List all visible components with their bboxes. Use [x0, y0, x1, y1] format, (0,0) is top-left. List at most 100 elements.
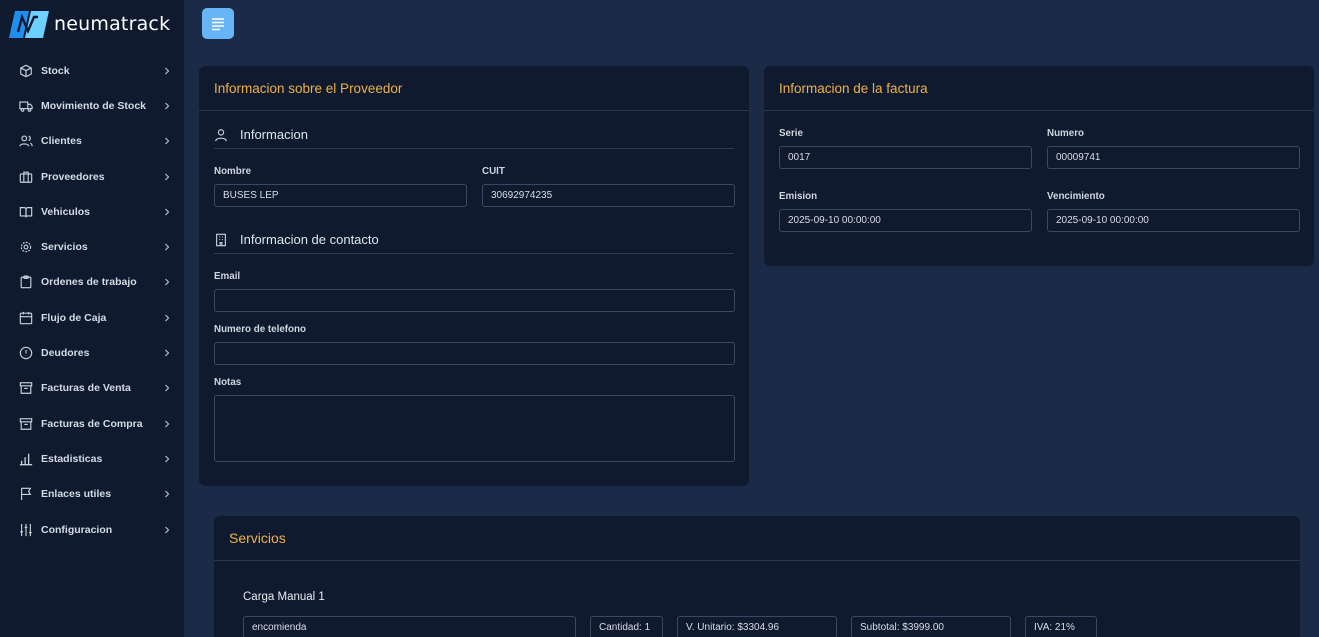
briefcase-icon — [19, 170, 33, 184]
contact-section-header: Informacion de contacto — [214, 226, 734, 254]
phone-label: Numero de telefono — [214, 324, 306, 335]
cuit-label: CUIT — [482, 166, 505, 177]
chevron-right-icon — [165, 102, 170, 110]
sidebar-item-proveedores[interactable]: Proveedores — [0, 159, 184, 194]
iva-badge: IVA: 21% — [1025, 616, 1097, 637]
invoice-card-title: Informacion de la factura — [779, 80, 928, 96]
sidebar-nav: Stock Movimiento de Stock Clientes Prove… — [0, 53, 184, 547]
serie-label: Serie — [779, 128, 803, 139]
services-card: Servicios Carga Manual 1 Cantidad: 1 V. … — [214, 516, 1300, 637]
contact-section-title: Informacion de contacto — [240, 232, 379, 247]
sidebar-item-label: Configuracion — [41, 523, 113, 536]
chevron-right-icon — [165, 490, 170, 498]
sidebar-item-label: Flujo de Caja — [41, 311, 107, 324]
sidebar-item-vehiculos[interactable]: Vehiculos — [0, 194, 184, 229]
notes-label: Notas — [214, 377, 242, 388]
emision-label: Emision — [779, 191, 818, 202]
archive-icon — [19, 381, 33, 395]
sidebar-item-facturas-compra[interactable]: Facturas de Compra — [0, 406, 184, 441]
cantidad-badge: Cantidad: 1 — [590, 616, 663, 637]
chevron-right-icon — [165, 208, 170, 216]
brand-logo-icon — [9, 10, 49, 38]
sidebar-item-label: Stock — [41, 64, 70, 77]
vencimiento-field[interactable] — [1047, 209, 1300, 232]
invoice-card: Informacion de la factura Serie Numero E… — [764, 66, 1314, 266]
chevron-right-icon — [165, 349, 170, 357]
archive-icon — [19, 417, 33, 431]
cuit-field[interactable] — [482, 184, 735, 207]
sidebar-item-label: Proveedores — [41, 170, 105, 183]
service-description-field[interactable] — [243, 616, 576, 637]
chevron-right-icon — [165, 526, 170, 533]
sidebar-item-flujo-caja[interactable]: Flujo de Caja — [0, 300, 184, 335]
chevron-right-icon — [165, 278, 170, 286]
truck-icon — [19, 99, 33, 113]
sidebar-item-label: Enlaces utiles — [41, 488, 112, 501]
emision-field[interactable] — [779, 209, 1032, 232]
services-card-title: Servicios — [229, 530, 286, 546]
users-icon — [19, 134, 33, 148]
invoice-card-header: Informacion de la factura — [764, 66, 1314, 111]
supplier-card: Informacion sobre el Proveedor Informaci… — [199, 66, 749, 486]
sidebar-item-label: Facturas de Venta — [41, 382, 131, 395]
flag-icon — [19, 487, 33, 501]
supplier-card-header: Informacion sobre el Proveedor — [199, 66, 749, 111]
menu-toggle-button[interactable] — [202, 8, 234, 39]
sidebar-item-label: Facturas de Compra — [41, 417, 143, 430]
alert-circle-icon — [19, 346, 33, 360]
chevron-right-icon — [165, 173, 170, 180]
chevron-right-icon — [165, 384, 170, 392]
chevron-right-icon — [165, 137, 170, 145]
info-section-title: Informacion — [240, 127, 308, 142]
sidebar-item-label: Deudores — [41, 347, 90, 360]
services-card-header: Servicios — [214, 516, 1300, 561]
sidebar: neumatrack Stock Movimiento de Stock Cli… — [0, 0, 184, 637]
chevron-right-icon — [165, 420, 170, 428]
sidebar-item-estadisticas[interactable]: Estadisticas — [0, 441, 184, 476]
bar-chart-icon — [19, 452, 33, 466]
clipboard-icon — [19, 275, 33, 289]
sidebar-item-clientes[interactable]: Clientes — [0, 124, 184, 159]
sidebar-item-enlaces-utiles[interactable]: Enlaces utiles — [0, 477, 184, 512]
sliders-icon — [19, 523, 33, 537]
calendar-icon — [19, 311, 33, 325]
subtotal-badge: Subtotal: $3999.00 — [851, 616, 1011, 637]
sidebar-item-facturas-venta[interactable]: Facturas de Venta — [0, 371, 184, 406]
sidebar-item-servicios[interactable]: Servicios — [0, 229, 184, 264]
book-icon — [19, 205, 33, 219]
numero-label: Numero — [1047, 128, 1085, 139]
sidebar-item-label: Vehiculos — [41, 205, 91, 218]
service-item-title: Carga Manual 1 — [243, 591, 325, 603]
sidebar-item-label: Ordenes de trabajo — [41, 276, 137, 289]
chevron-right-icon — [165, 314, 170, 322]
chevron-right-icon — [165, 455, 170, 463]
sidebar-item-stock[interactable]: Stock — [0, 53, 184, 88]
serie-field[interactable] — [779, 146, 1032, 169]
building-icon — [216, 233, 226, 246]
phone-field[interactable] — [214, 342, 735, 365]
sidebar-item-configuracion[interactable]: Configuracion — [0, 512, 184, 547]
sidebar-item-label: Estadisticas — [41, 452, 103, 465]
menu-lines-icon — [212, 17, 224, 30]
brand[interactable]: neumatrack — [9, 10, 170, 38]
numero-field[interactable] — [1047, 146, 1300, 169]
user-icon — [215, 128, 227, 141]
sidebar-item-movimiento-stock[interactable]: Movimiento de Stock — [0, 88, 184, 123]
info-section-header: Informacion — [214, 121, 734, 149]
name-label: Nombre — [214, 166, 252, 177]
notes-field[interactable] — [214, 395, 735, 462]
sidebar-item-label: Servicios — [41, 241, 88, 254]
chevron-right-icon — [165, 67, 170, 75]
unit-value-badge: V. Unitario: $3304.96 — [677, 616, 837, 637]
chevron-right-icon — [165, 243, 170, 251]
sidebar-item-label: Clientes — [41, 135, 82, 148]
supplier-card-title: Informacion sobre el Proveedor — [214, 80, 403, 96]
sidebar-item-label: Movimiento de Stock — [41, 99, 147, 112]
sidebar-item-ordenes-trabajo[interactable]: Ordenes de trabajo — [0, 265, 184, 300]
name-field[interactable] — [214, 184, 467, 207]
email-field[interactable] — [214, 289, 735, 312]
email-label: Email — [214, 271, 241, 282]
box-icon — [19, 64, 33, 78]
brand-name: neumatrack — [54, 13, 171, 35]
sidebar-item-deudores[interactable]: Deudores — [0, 335, 184, 370]
